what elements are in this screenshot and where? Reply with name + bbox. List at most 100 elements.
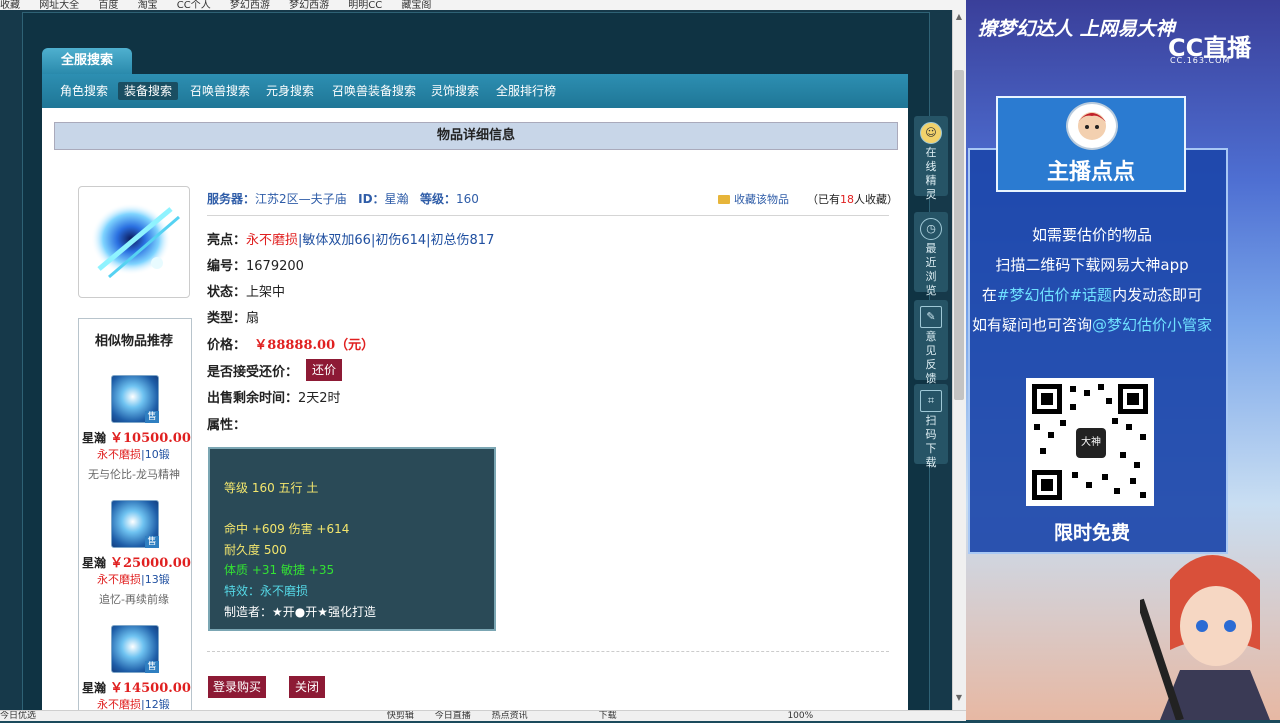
attributes-box: 等级 160 五行 土 命中 +609 伤害 +614 耐久度 500 体质 +… [208, 447, 496, 631]
price-value: ￥88888.00（元） [254, 338, 375, 353]
highlight-row: 亮点：永不磨损|敏体双加66|初伤614|初总伤817 [207, 229, 494, 248]
promo-line-3-topic: #梦幻估价#话题 [996, 286, 1113, 304]
feature-rest: |13锻 [141, 573, 170, 586]
id-label: ID： [358, 192, 385, 206]
nav-spirit-search[interactable]: 元身搜索 [260, 82, 320, 100]
nav-equipment-search[interactable]: 装备搜索 [118, 82, 179, 100]
similar-item-title[interactable]: 星瀚 ￥10500.00 [82, 427, 191, 446]
similar-item-image[interactable]: 售 [111, 625, 159, 673]
promo-slogan: 撩梦幻达人 上网易大神 [978, 18, 1175, 40]
for-sale-badge: 售 [145, 536, 159, 548]
counter-offer-label: 是否接受还价： [207, 365, 299, 380]
attr-maker: 制造者：★开●开★强化打造 [224, 605, 376, 619]
streamer-name: 主播点点 [1046, 160, 1135, 185]
highlight-red: 永不磨损 [246, 233, 299, 248]
attr-hit-damage: 命中 +609 伤害 +614 [224, 522, 350, 536]
favorite-count: （已有18人收藏） [807, 191, 898, 207]
nav-pet-search[interactable]: 召唤兽搜索 [184, 82, 256, 100]
for-sale-badge: 售 [145, 411, 159, 423]
attr-level: 等级 160 五行 土 [224, 481, 319, 495]
server-info-row: 服务器：江苏2区—夫子庙 ID：星瀚 等级：160 [207, 190, 479, 207]
nav-role-search[interactable]: 角色搜索 [54, 82, 114, 100]
feature-highlight: 永不磨损 [97, 448, 141, 461]
similar-item-features: 永不磨损|13锻 [97, 571, 170, 587]
similar-item-image[interactable]: 售 [111, 500, 159, 548]
detail-header: 物品详细信息 [54, 122, 898, 150]
promo-line-3-post: 内发动态即可 [1112, 286, 1203, 304]
similar-item-name: 星瀚 [82, 431, 107, 445]
nav-pet-equipment-search[interactable]: 召唤兽装备搜索 [326, 82, 422, 100]
server-label: 服务器： [207, 192, 256, 206]
folder-icon [718, 195, 730, 204]
similar-item-name: 星瀚 [82, 681, 107, 695]
status-value: 上架中 [246, 285, 286, 300]
scroll-down-icon[interactable]: ▼ [954, 693, 964, 703]
number-row: 编号：1679200 [207, 255, 304, 274]
counter-offer-button[interactable]: 还价 [306, 359, 342, 381]
id-value: 星瀚 [384, 192, 409, 206]
item-image [78, 186, 190, 298]
favorite-button[interactable]: 收藏该物品 [718, 191, 789, 207]
divider [207, 215, 889, 216]
attr-bonus: 体质 +31 敏捷 +35 [224, 563, 335, 577]
browser-status-bar: 今日优选 快剪辑 今日直播 热点资讯 下载 100% [0, 710, 966, 721]
promo-line-1: 如需要估价的物品 [1031, 226, 1152, 244]
online-helper-button[interactable]: ☺ 在线精灵 [914, 116, 948, 201]
promo-line-4-mention: @梦幻估价小管家 [1092, 316, 1213, 334]
clock-icon: ◷ [920, 218, 942, 240]
scroll-up-icon[interactable]: ▲ [954, 12, 964, 22]
favorite-count-prefix: （已有 [807, 193, 840, 206]
similar-item-features: 永不磨损|10锻 [97, 446, 170, 462]
streamer-avatar [1066, 102, 1118, 150]
tab-global-search[interactable]: 全服搜索 [42, 48, 132, 74]
recent-browse-label: 最近浏览 [925, 242, 937, 297]
server-value: 江苏2区—夫子庙 [255, 192, 347, 206]
type-value: 扇 [246, 311, 260, 326]
similar-items-title: 相似物品推荐 [94, 334, 173, 349]
similar-item-title[interactable]: 星瀚 ￥14500.00 [82, 677, 191, 696]
for-sale-badge: 售 [145, 661, 159, 673]
attributes-label: 属性： [207, 418, 247, 433]
type-row: 类型：扇 [207, 307, 259, 326]
highlight-label: 亮点： [207, 233, 247, 248]
feedback-button[interactable]: ✎ 意见反馈 [914, 300, 948, 385]
scan-download-label: 扫码下载 [925, 414, 937, 469]
promo-line-2: 扫描二维码下载网易大神app [995, 256, 1189, 274]
edit-icon: ✎ [920, 306, 942, 328]
similar-item-price: ￥14500.00 [110, 681, 191, 696]
feedback-label: 意见反馈 [925, 330, 937, 385]
nav-ranking[interactable]: 全服排行榜 [490, 82, 562, 100]
character-illustration [1136, 540, 1280, 722]
cc-url: CC.163.COM [1170, 56, 1231, 65]
similar-item-price: ￥10500.00 [110, 431, 191, 446]
nav-ornament-search[interactable]: 灵饰搜索 [425, 82, 485, 100]
similar-item-title[interactable]: 星瀚 ￥25000.00 [82, 552, 191, 571]
counter-offer-row: 是否接受还价： [207, 361, 298, 380]
similar-item-name: 星瀚 [82, 556, 107, 570]
promo-line-3: 在#梦幻估价#话题内发动态即可 [962, 284, 1222, 305]
similar-item-desc: 追忆-再续前缘 [99, 593, 169, 606]
feature-highlight: 永不磨损 [97, 573, 141, 586]
login-buy-button[interactable]: 登录购买 [208, 676, 266, 698]
number-value: 1679200 [246, 259, 304, 274]
type-label: 类型： [207, 311, 247, 326]
scan-icon: ⌗ [920, 390, 942, 412]
favorite-count-suffix: 人收藏） [854, 193, 898, 206]
promo-line-4-pre: 如有疑问也可咨询 [971, 316, 1092, 334]
similar-item-image[interactable]: 售 [111, 375, 159, 423]
qr-center-logo: 大神 [1076, 428, 1106, 458]
favorite-count-value: 18 [840, 193, 854, 206]
feature-rest: |10锻 [141, 448, 170, 461]
close-button[interactable]: 关闭 [289, 676, 325, 698]
floating-toolbar: ☺ 在线精灵 ◷ 最近浏览 ✎ 意见反馈 ⌗ 扫码下载 [914, 116, 948, 496]
similar-item-desc: 无与伦比-龙马精神 [88, 468, 180, 481]
favorite-label: 收藏该物品 [734, 193, 789, 206]
similar-item-price: ￥25000.00 [110, 556, 191, 571]
level-label: 等级： [420, 192, 457, 206]
search-nav: 角色搜索 装备搜索 召唤兽搜索 元身搜索 召唤兽装备搜索 灵饰搜索 全服排行榜 [42, 74, 908, 108]
attributes-row: 属性： [207, 414, 246, 433]
recent-browse-button[interactable]: ◷ 最近浏览 [914, 212, 948, 297]
number-label: 编号： [207, 259, 247, 274]
scan-download-button[interactable]: ⌗ 扫码下载 [914, 384, 948, 469]
time-left-row: 出售剩余时间：2天2时 [207, 387, 341, 406]
